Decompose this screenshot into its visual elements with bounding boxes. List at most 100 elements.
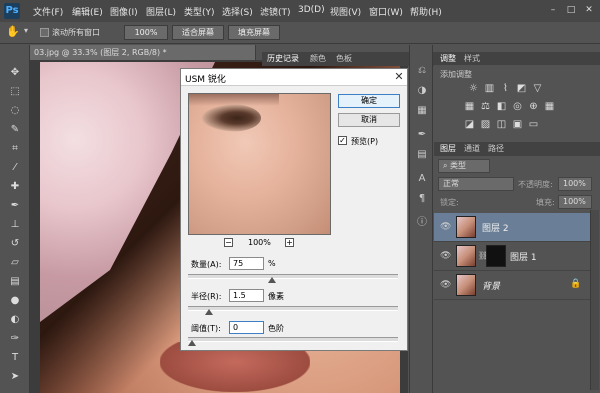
menu-3d[interactable]: 3D(D)	[298, 5, 325, 15]
menu-type[interactable]: 类型(Y)	[184, 5, 215, 18]
menu-window[interactable]: 窗口(W)	[369, 5, 403, 18]
hue-saturation-icon[interactable]: ▦	[464, 101, 475, 112]
dodge-tool-icon[interactable]: ◐	[9, 314, 21, 326]
threshold-icon[interactable]: ◫	[496, 119, 507, 130]
brush-presets-panel-icon[interactable]: ▤	[416, 149, 428, 161]
history-panel-icon[interactable]: ⎌	[416, 65, 428, 77]
zoom-in-button[interactable]: +	[285, 238, 294, 247]
close-window-button[interactable]: ✕	[582, 4, 596, 16]
dialog-titlebar[interactable]: USM 锐化 ✕	[181, 69, 407, 86]
layer-row-background[interactable]: 👁 背景 🔒	[434, 271, 590, 300]
vibrance-icon[interactable]: ▽	[532, 83, 543, 94]
radius-slider-track[interactable]	[188, 306, 398, 311]
tab-color[interactable]: 颜色	[310, 53, 326, 64]
info-panel-icon[interactable]: ⓘ	[416, 217, 428, 229]
menu-filter[interactable]: 滤镜(T)	[260, 5, 291, 18]
character-panel-icon[interactable]: A	[416, 173, 428, 185]
tool-preset-chevron-icon[interactable]: ▾	[24, 26, 28, 35]
move-tool-icon[interactable]: ✥	[9, 67, 21, 79]
swatches-panel-icon[interactable]: ▦	[416, 105, 428, 117]
amount-slider-track[interactable]	[188, 274, 398, 279]
cancel-button[interactable]: 取消	[338, 113, 400, 127]
photo-filter-icon[interactable]: ◎	[512, 101, 523, 112]
fill-input[interactable]: 100%	[558, 195, 592, 209]
brightness-contrast-icon[interactable]: ☼	[468, 83, 479, 94]
amount-input[interactable]: 75	[229, 257, 264, 270]
hand-tool-icon[interactable]: ✋	[6, 25, 20, 38]
close-icon[interactable]: ✕	[393, 71, 405, 83]
eyedropper-tool-icon[interactable]: ⁄	[9, 162, 21, 174]
fill-screen-button[interactable]: 填充屏幕	[228, 25, 280, 40]
tab-channels[interactable]: 通道	[464, 143, 480, 154]
path-select-tool-icon[interactable]: ➤	[9, 371, 21, 383]
layers-scrollbar[interactable]	[590, 210, 599, 390]
threshold-input[interactable]: 0	[229, 321, 264, 334]
layer-row-layer1[interactable]: 👁 ⛓ 图层 1	[434, 242, 590, 271]
exposure-icon[interactable]: ◩	[516, 83, 527, 94]
tab-swatches[interactable]: 色板	[336, 53, 352, 64]
curves-icon[interactable]: ⌇	[500, 83, 511, 94]
menu-view[interactable]: 视图(V)	[330, 5, 361, 18]
gradient-tool-icon[interactable]: ▤	[9, 276, 21, 288]
tab-styles[interactable]: 样式	[464, 53, 480, 64]
menu-select[interactable]: 选择(S)	[222, 5, 253, 18]
visibility-eye-icon[interactable]: 👁	[440, 280, 451, 290]
document-tab[interactable]: 03.jpg @ 33.3% (图层 2, RGB/8) *	[30, 45, 256, 60]
zoom-out-button[interactable]: −	[224, 238, 233, 247]
tab-adjustments[interactable]: 调整	[440, 53, 456, 64]
type-tool-icon[interactable]: T	[9, 352, 21, 364]
menu-file[interactable]: 文件(F)	[33, 5, 63, 18]
menu-help[interactable]: 帮助(H)	[410, 5, 442, 18]
threshold-slider-knob[interactable]	[188, 340, 196, 346]
eraser-tool-icon[interactable]: ▱	[9, 257, 21, 269]
fit-screen-button[interactable]: 适合屏幕	[172, 25, 224, 40]
radius-input[interactable]: 1.5	[229, 289, 264, 302]
paragraph-panel-icon[interactable]: ¶	[416, 193, 428, 205]
blend-mode-select[interactable]: 正常	[438, 177, 514, 191]
quick-select-tool-icon[interactable]: ✎	[9, 124, 21, 136]
crop-tool-icon[interactable]: ⌗	[9, 143, 21, 155]
tab-paths[interactable]: 路径	[488, 143, 504, 154]
color-balance-icon[interactable]: ⚖	[480, 101, 491, 112]
brush-tool-icon[interactable]: ✒	[9, 200, 21, 212]
ok-button[interactable]: 确定	[338, 94, 400, 108]
color-panel-icon[interactable]: ◑	[416, 85, 428, 97]
color-lookup-icon[interactable]: ▦	[544, 101, 555, 112]
minimize-button[interactable]: –	[546, 4, 560, 16]
healing-tool-icon[interactable]: ✚	[9, 181, 21, 193]
marquee-tool-icon[interactable]: ⬚	[9, 86, 21, 98]
posterize-icon[interactable]: ▨	[480, 119, 491, 130]
menu-edit[interactable]: 编辑(E)	[72, 5, 103, 18]
opacity-input[interactable]: 100%	[558, 177, 592, 191]
blur-tool-icon[interactable]: ●	[9, 295, 21, 307]
filter-preview[interactable]	[188, 93, 331, 235]
lasso-tool-icon[interactable]: ◌	[9, 105, 21, 117]
tab-layers[interactable]: 图层	[440, 143, 456, 154]
menu-image[interactable]: 图像(I)	[110, 5, 138, 18]
menu-layer[interactable]: 图层(L)	[146, 5, 176, 18]
zoom-100-button[interactable]: 100%	[124, 25, 168, 40]
black-white-icon[interactable]: ◧	[496, 101, 507, 112]
pen-tool-icon[interactable]: ✑	[9, 333, 21, 345]
amount-slider-knob[interactable]	[267, 277, 276, 283]
visibility-eye-icon[interactable]: 👁	[440, 222, 451, 232]
invert-icon[interactable]: ◪	[464, 119, 475, 130]
visibility-eye-icon[interactable]: 👁	[440, 251, 451, 261]
preview-checkbox[interactable]: ✓	[338, 136, 347, 145]
threshold-slider-track[interactable]	[188, 337, 398, 342]
layer-row-layer2[interactable]: 👁 图层 2	[434, 213, 590, 242]
selective-color-icon[interactable]: ▣	[512, 119, 523, 130]
stamp-tool-icon[interactable]: ⊥	[9, 219, 21, 231]
amount-label: 数量(A):	[191, 260, 222, 269]
layer-filter-select[interactable]: ⌕ 类型	[438, 159, 490, 173]
tab-history[interactable]: 历史记录	[267, 53, 299, 64]
scroll-all-checkbox[interactable]	[40, 28, 49, 37]
maximize-button[interactable]: □	[564, 4, 578, 16]
history-brush-tool-icon[interactable]: ↺	[9, 238, 21, 250]
levels-icon[interactable]: ▥	[484, 83, 495, 94]
brush-panel-icon[interactable]: ✒	[416, 129, 428, 141]
gradient-map-icon[interactable]: ▭	[528, 119, 539, 130]
radius-slider-knob[interactable]	[204, 309, 213, 315]
channel-mixer-icon[interactable]: ⊕	[528, 101, 539, 112]
layer-mask-thumbnail[interactable]	[486, 245, 506, 267]
